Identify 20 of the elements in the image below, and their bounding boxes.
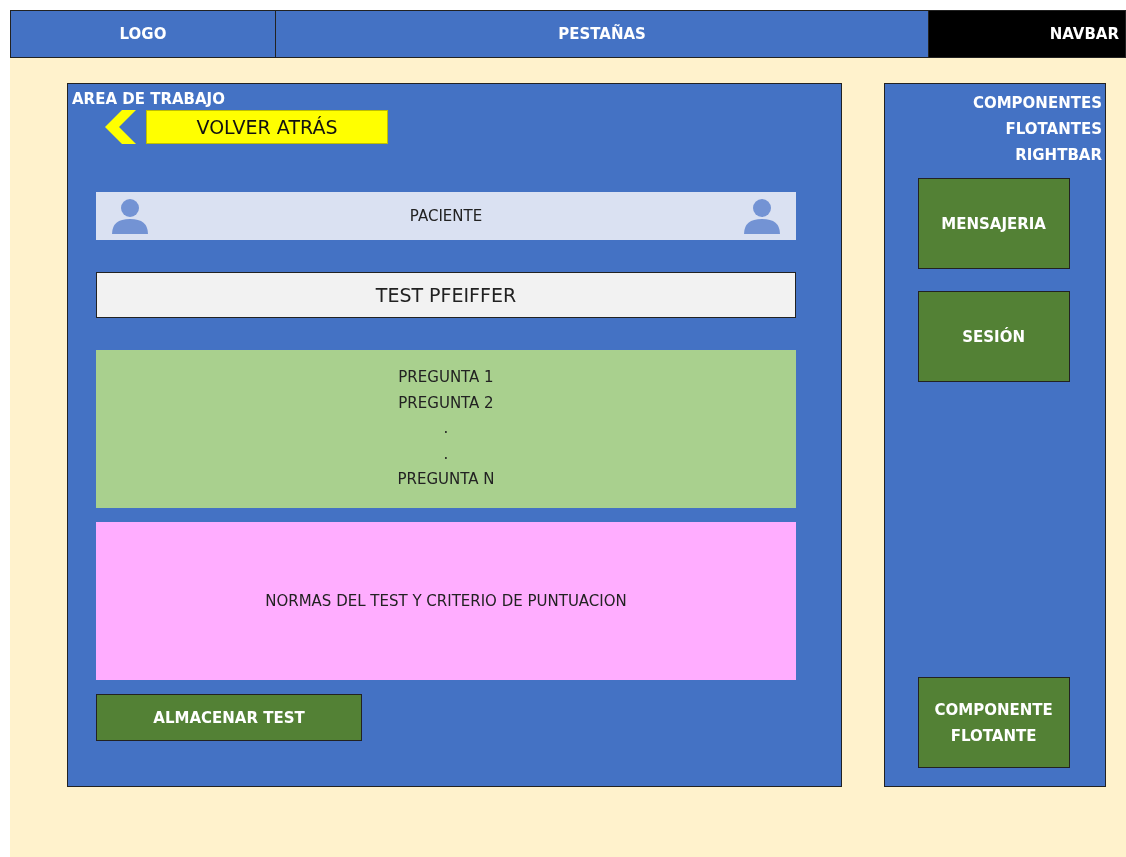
tabs-bar: PESTAÑAS xyxy=(276,11,929,57)
question-line: PREGUNTA 2 xyxy=(398,392,494,414)
question-line: . xyxy=(443,418,449,440)
rightbar-button[interactable]: MENSAJERIA xyxy=(917,178,1070,269)
rightbar-title: FLOTANTES xyxy=(1005,119,1102,140)
back-button[interactable]: VOLVER ATRÁS xyxy=(146,110,388,144)
rightbar-button[interactable]: SESIÓN xyxy=(917,291,1070,382)
rules-panel: NORMAS DEL TEST Y CRITERIO DE PUNTUACION xyxy=(96,522,796,680)
question-line: PREGUNTA N xyxy=(397,469,495,491)
rightbar-title: RIGHTBAR xyxy=(1015,145,1102,166)
question-line: PREGUNTA 1 xyxy=(398,367,494,389)
patient-label: PACIENTE xyxy=(409,207,483,225)
save-test-button[interactable]: ALMACENAR TEST xyxy=(96,694,362,741)
panel-title: AREA DE TRABAJO xyxy=(72,90,226,108)
question-line: . xyxy=(443,443,449,465)
floating-component-button[interactable]: COMPONENTE FLOTANTE xyxy=(917,677,1070,768)
navbar: NAVBAR xyxy=(929,11,1125,57)
logo: LOGO xyxy=(11,11,276,57)
rightbar-title: COMPONENTES xyxy=(972,93,1102,114)
test-title: TEST PFEIFFER xyxy=(96,272,796,318)
